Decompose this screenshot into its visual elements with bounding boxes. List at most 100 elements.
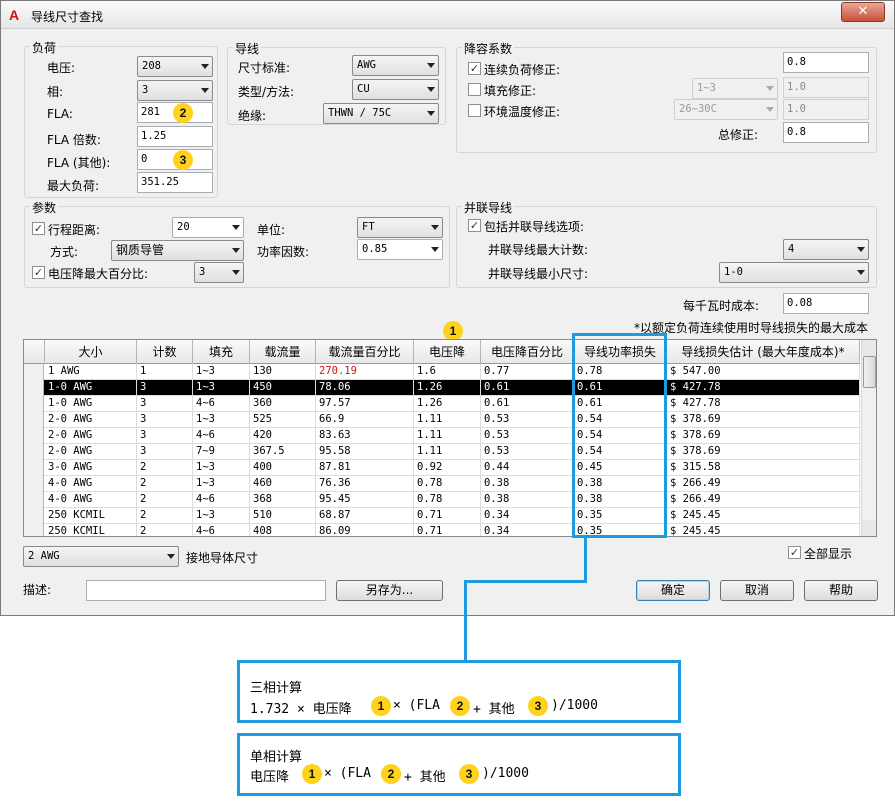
col-header-loss-cost[interactable]: 导线损失估计 (最大年度成本)* [667,340,860,364]
col-header-voltage-drop-pct[interactable]: 电压降百分比 [481,340,574,364]
save-as-button[interactable]: 另存为... [336,580,443,601]
table-cell-fill: 1~3 [193,508,250,524]
description-input[interactable] [86,580,326,601]
table-row[interactable]: 3-0 AWG 2 1~3 400 87.81 0.92 0.44 0.45 $ 315.58 [24,460,860,476]
insulation-dropdown[interactable]: THWN / 75C [323,103,439,124]
row-header-cell[interactable] [24,428,44,444]
vdrop-max-checkbox[interactable]: ✓ [32,266,45,279]
close-button[interactable]: ✕ [841,2,885,22]
distance-checkbox[interactable]: ✓ [32,222,45,235]
table-cell-amp: 510 [250,508,316,524]
ok-button[interactable]: 确定 [636,580,710,601]
row-header-cell[interactable] [24,508,44,524]
phase-dropdown[interactable]: 3 [137,80,213,101]
insulation-value: THWN / 75C [328,107,392,119]
row-header-cell[interactable] [24,460,44,476]
method-dropdown[interactable]: 钢质导管 [111,240,244,261]
table-cell-amp: 367.5 [250,444,316,460]
callout-connector-vertical-a [584,536,587,582]
table-row[interactable]: 2-0 AWG 3 1~3 525 66.9 1.11 0.53 0.54 $ 378.69 [24,412,860,428]
params-group-label: 参数 [30,199,59,216]
single-phase-title: 单相计算 [250,750,303,765]
table-cell-amp-pct: 95.58 [316,444,414,460]
parallel-min-size-dropdown[interactable]: 1-0 [719,262,869,283]
col-header-ampacity[interactable]: 载流量 [250,340,316,364]
temp-derate-dropdown[interactable]: 26~30C [674,99,778,120]
vdrop-max-dropdown[interactable]: 3 [194,262,244,283]
table-cell-vd: 1.11 [414,412,481,428]
table-row[interactable]: 1 AWG 1 1~3 130 270.19 1.6 0.77 0.78 $ 547.00 [24,364,860,380]
temp-derate-input[interactable]: 1.0 [783,99,869,120]
insulation-label: 绝缘: [238,109,267,123]
formula-badge-1: 1 [371,696,391,716]
continuous-derate-input[interactable]: 0.8 [783,52,869,73]
fill-derate-input[interactable]: 1.0 [783,77,869,98]
table-cell-amp: 420 [250,428,316,444]
col-header-count[interactable]: 计数 [137,340,193,364]
table-row[interactable]: 250 KCMIL 2 1~3 510 68.87 0.71 0.34 0.35 $ 245.4… [24,508,860,524]
results-table: 大小 计数 填充 载流量 载流量百分比 电压降 电压降百分比 导线功率损失 导线… [23,339,877,537]
table-cell-amp-pct: 95.45 [316,492,414,508]
wire-type-dropdown[interactable]: CU [352,79,439,100]
table-row[interactable]: 250 KCMIL 2 4~6 408 86.09 0.71 0.34 0.35 $ 245.4… [24,524,860,536]
table-cell-size: 2-0 AWG [45,428,137,444]
parallel-include-checkbox[interactable]: ✓ [468,219,481,232]
unit-dropdown[interactable]: FT [357,217,443,238]
formula-badge-3: 3 [528,696,548,716]
row-header-cell[interactable] [24,364,44,380]
fill-derate-dropdown[interactable]: 1~3 [692,78,778,99]
row-header-cell[interactable] [24,380,44,396]
size-standard-dropdown[interactable]: AWG [352,55,439,76]
distance-combo[interactable]: 20 [172,217,244,238]
show-all-checkbox[interactable]: ✓ [788,546,801,559]
table-cell-amp: 360 [250,396,316,412]
chevron-down-icon [232,248,240,253]
table-cell-cost: $ 378.69 [667,428,860,444]
max-load-input[interactable]: 351.25 [137,172,213,193]
scroll-thumb[interactable] [863,356,876,388]
chevron-down-icon [766,86,774,91]
parallel-max-count-dropdown[interactable]: 4 [783,239,869,260]
table-row[interactable]: 1-0 AWG 3 4~6 360 97.57 1.26 0.61 0.61 $ 427.78 [24,396,860,412]
col-header-ampacity-pct[interactable]: 载流量百分比 [316,340,414,364]
cancel-button[interactable]: 取消 [720,580,794,601]
power-factor-combo[interactable]: 0.85 [357,239,443,260]
method-label: 方式: [50,245,79,259]
row-header-cell[interactable] [24,412,44,428]
kwh-cost-input[interactable]: 0.08 [783,293,869,314]
temp-derate-label: 环境温度修正: [484,105,561,119]
col-header-fill[interactable]: 填充 [193,340,250,364]
table-cell-count: 2 [137,460,193,476]
total-derate-input[interactable]: 0.8 [783,122,869,143]
col-header-voltage-drop[interactable]: 电压降 [414,340,481,364]
row-header-cell[interactable] [24,476,44,492]
table-cell-amp: 400 [250,460,316,476]
fill-derate-checkbox[interactable] [468,83,481,96]
fla-multiplier-input[interactable]: 1.25 [137,126,213,147]
vertical-scrollbar[interactable] [861,340,876,536]
continuous-derate-checkbox[interactable]: ✓ [468,62,481,75]
row-header-cell[interactable] [24,396,44,412]
table-row[interactable]: 2-0 AWG 3 4~6 420 83.63 1.11 0.53 0.54 $ 378.69 [24,428,860,444]
table-cell-vd: 1.11 [414,428,481,444]
table-row[interactable]: 1-0 AWG 3 1~3 450 78.06 1.26 0.61 0.61 $ 427.78 [24,380,860,396]
table-cell-vd: 0.92 [414,460,481,476]
row-header-cell[interactable] [24,444,44,460]
ground-size-dropdown[interactable]: 2 AWG [23,546,179,567]
table-cell-fill: 4~6 [193,492,250,508]
row-header-cell[interactable] [24,524,44,536]
table-row[interactable]: 2-0 AWG 3 7~9 367.5 95.58 1.11 0.53 0.54 $ 378.6… [24,444,860,460]
scroll-up-button[interactable] [862,340,876,356]
table-row[interactable]: 4-0 AWG 2 1~3 460 76.36 0.78 0.38 0.38 $ 266.49 [24,476,860,492]
temp-derate-checkbox[interactable] [468,104,481,117]
table-cell-size: 250 KCMIL [45,524,137,536]
row-header-cell[interactable] [24,492,44,508]
help-button[interactable]: 帮助 [804,580,878,601]
table-row[interactable]: 4-0 AWG 2 4~6 368 95.45 0.78 0.38 0.38 $ 266.49 [24,492,860,508]
size-standard-value: AWG [357,59,376,71]
voltage-dropdown[interactable]: 208 [137,56,213,77]
scroll-down-button[interactable] [862,520,876,536]
wire-type-value: CU [357,83,370,95]
table-cell-fill: 1~3 [193,364,250,380]
col-header-size[interactable]: 大小 [45,340,137,364]
